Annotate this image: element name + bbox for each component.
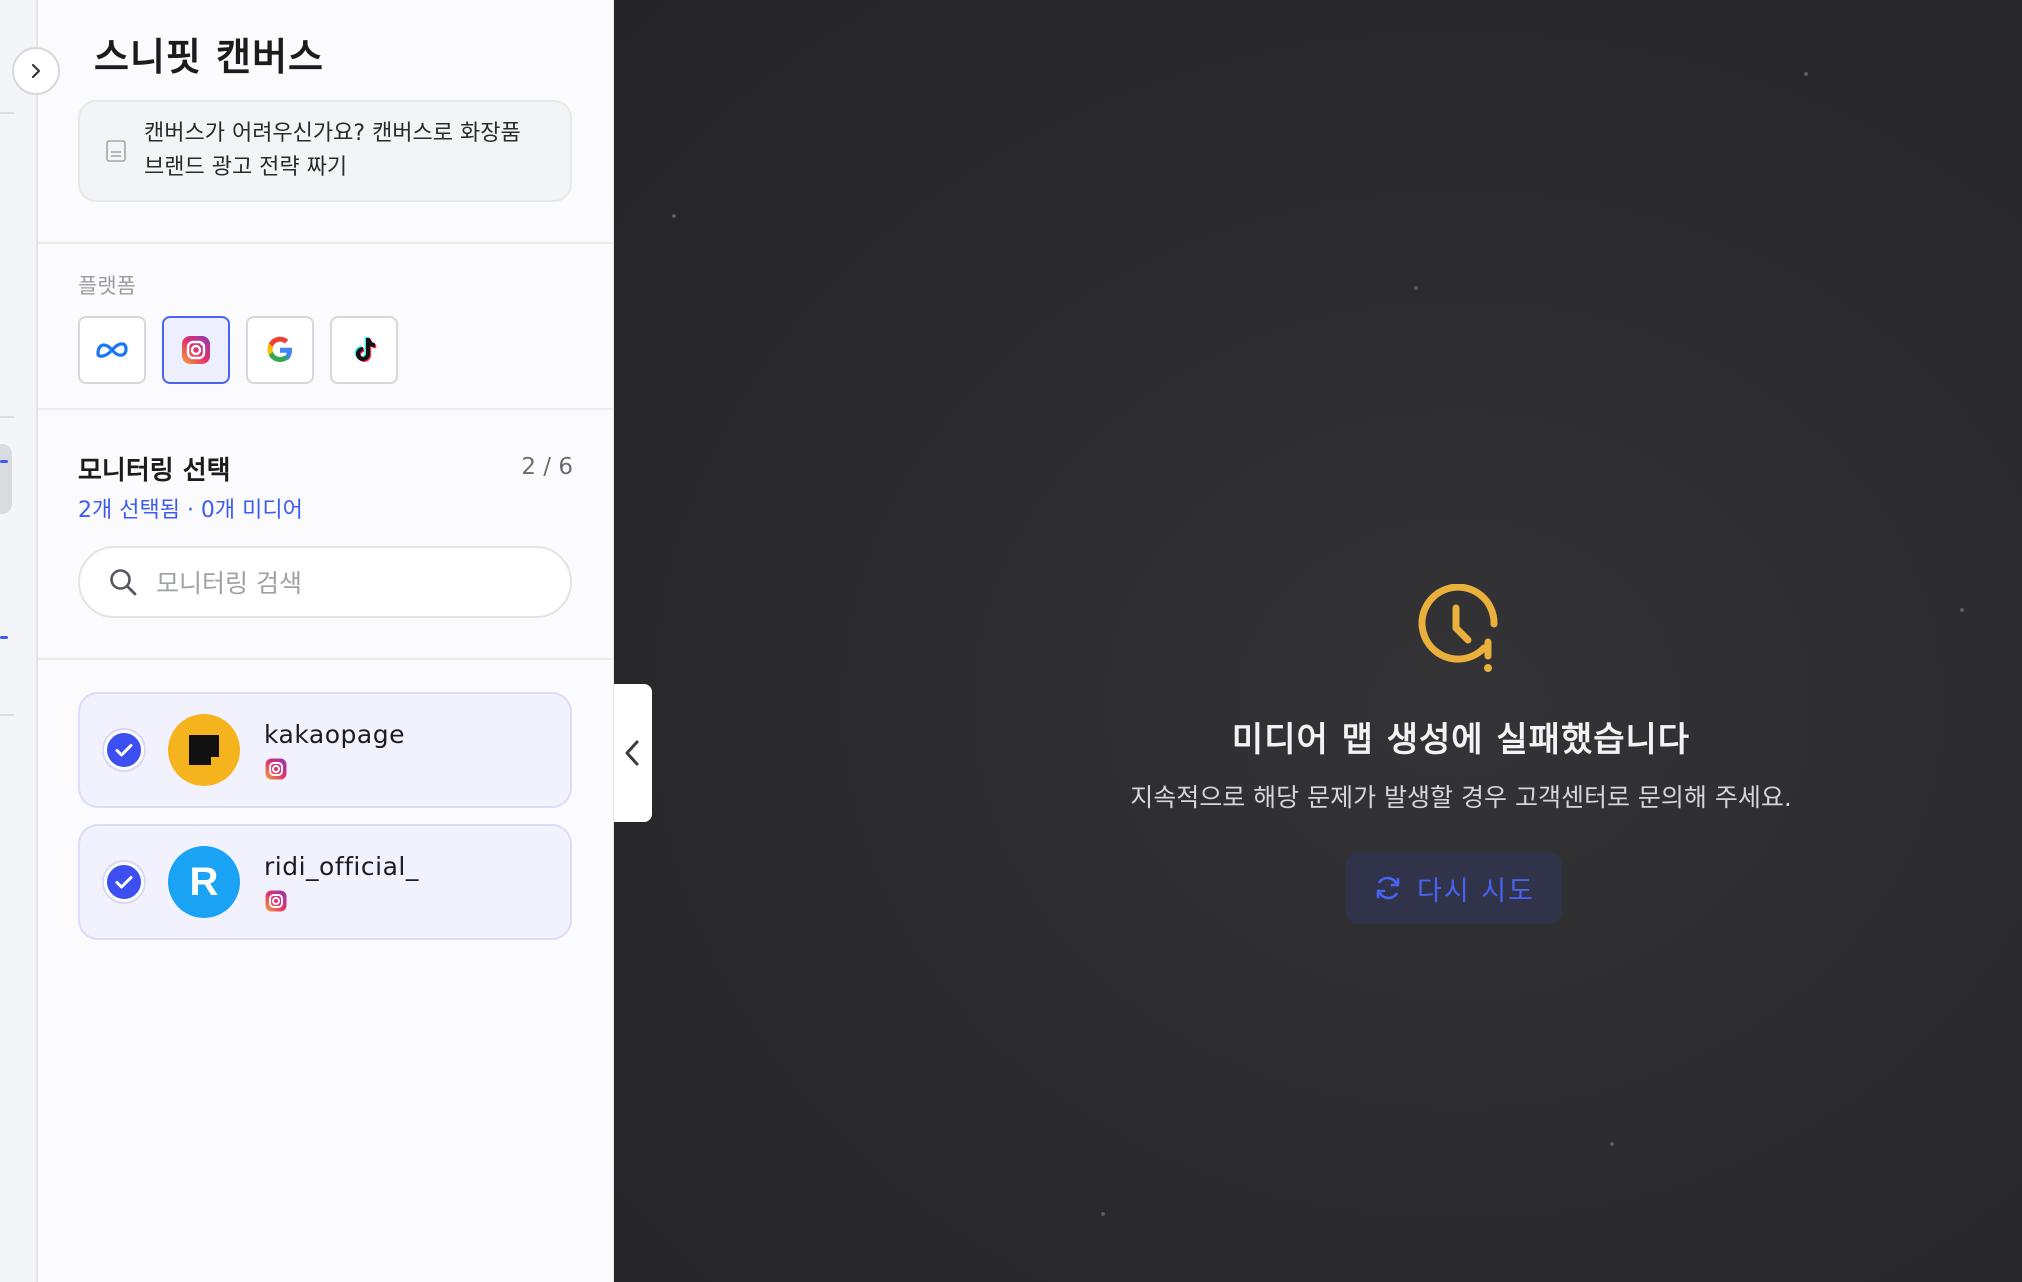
refresh-icon <box>1376 876 1400 900</box>
search-icon <box>110 569 137 596</box>
divider <box>38 658 614 660</box>
monitoring-count: 2 / 6 <box>521 454 573 480</box>
chevron-right-icon <box>31 63 41 79</box>
monitoring-search-input[interactable]: 모니터링 검색 <box>78 546 572 618</box>
account-info: kakaopage <box>264 720 405 781</box>
instagram-icon <box>265 890 287 911</box>
guide-line-1: 캔버스가 어려우신가요? 캔버스로 화장품 <box>144 121 521 146</box>
retry-label: 다시 시도 <box>1417 875 1535 907</box>
meta-icon <box>96 342 128 358</box>
avatar: R <box>168 846 240 918</box>
rail-divider <box>0 416 14 418</box>
page-title: 스니핏 캔버스 <box>94 35 324 79</box>
chevron-left-icon <box>625 740 639 766</box>
platform-selector <box>78 316 398 384</box>
platform-meta-button[interactable] <box>78 316 146 384</box>
expand-rail-button[interactable] <box>12 47 60 95</box>
collapse-panel-button[interactable] <box>614 684 652 822</box>
avatar-letter: R <box>189 859 219 904</box>
platform-tiktok-button[interactable] <box>330 316 398 384</box>
platform-instagram-button[interactable] <box>162 316 230 384</box>
media-map-canvas: 미디어 맵 생성에 실패했습니다 지속적으로 해당 문제가 발생할 경우 고객센… <box>614 0 2022 1282</box>
account-item-ridi[interactable]: R ridi_official_ <box>78 824 572 940</box>
platform-label: 플랫폼 <box>78 274 136 298</box>
checkbox-checked[interactable] <box>104 730 144 770</box>
instagram-icon <box>182 336 210 364</box>
rail-arrow-icon <box>0 636 10 640</box>
platform-google-button[interactable] <box>246 316 314 384</box>
rail-divider <box>0 112 14 114</box>
check-icon <box>115 876 133 889</box>
document-icon <box>106 140 126 162</box>
monitoring-title: 모니터링 선택 <box>78 456 231 486</box>
guide-text: 캔버스가 어려우신가요? 캔버스로 화장품 브랜드 광고 전략 짜기 <box>144 117 521 185</box>
error-description: 지속적으로 해당 문제가 발생할 경우 고객센터로 문의해 주세요. <box>1130 783 1792 812</box>
error-state: 미디어 맵 생성에 실패했습니다 지속적으로 해당 문제가 발생할 경우 고객센… <box>614 0 2022 1282</box>
avatar <box>168 714 240 786</box>
account-item-kakaopage[interactable]: kakaopage <box>78 692 572 808</box>
guide-line-2: 브랜드 광고 전략 짜기 <box>144 155 348 180</box>
rail-arrow-icon <box>0 460 10 464</box>
monitoring-summary: 2개 선택됨 · 0개 미디어 <box>78 498 303 523</box>
checkbox-checked[interactable] <box>104 862 144 902</box>
search-placeholder: 모니터링 검색 <box>156 569 302 598</box>
google-icon <box>267 336 292 362</box>
account-name: ridi_official_ <box>264 851 419 881</box>
side-panel: 스니핏 캔버스 캔버스가 어려우신가요? 캔버스로 화장품 브랜드 광고 전략 … <box>38 0 614 1282</box>
left-rail <box>0 0 38 1282</box>
clock-warning-icon <box>1418 584 1498 672</box>
divider <box>38 408 614 410</box>
retry-button[interactable]: 다시 시도 <box>1346 852 1562 924</box>
tiktok-icon <box>354 337 377 362</box>
rail-divider <box>0 714 14 716</box>
account-info: ridi_official_ <box>264 852 419 913</box>
divider <box>38 242 614 244</box>
rail-active-tab[interactable] <box>0 444 12 514</box>
instagram-icon <box>265 758 287 779</box>
check-icon <box>115 744 133 757</box>
error-title: 미디어 맵 생성에 실패했습니다 <box>1231 720 1691 760</box>
kakaopage-logo-icon <box>189 735 219 765</box>
account-name: kakaopage <box>264 719 405 749</box>
guide-link-card[interactable]: 캔버스가 어려우신가요? 캔버스로 화장품 브랜드 광고 전략 짜기 <box>78 100 572 202</box>
